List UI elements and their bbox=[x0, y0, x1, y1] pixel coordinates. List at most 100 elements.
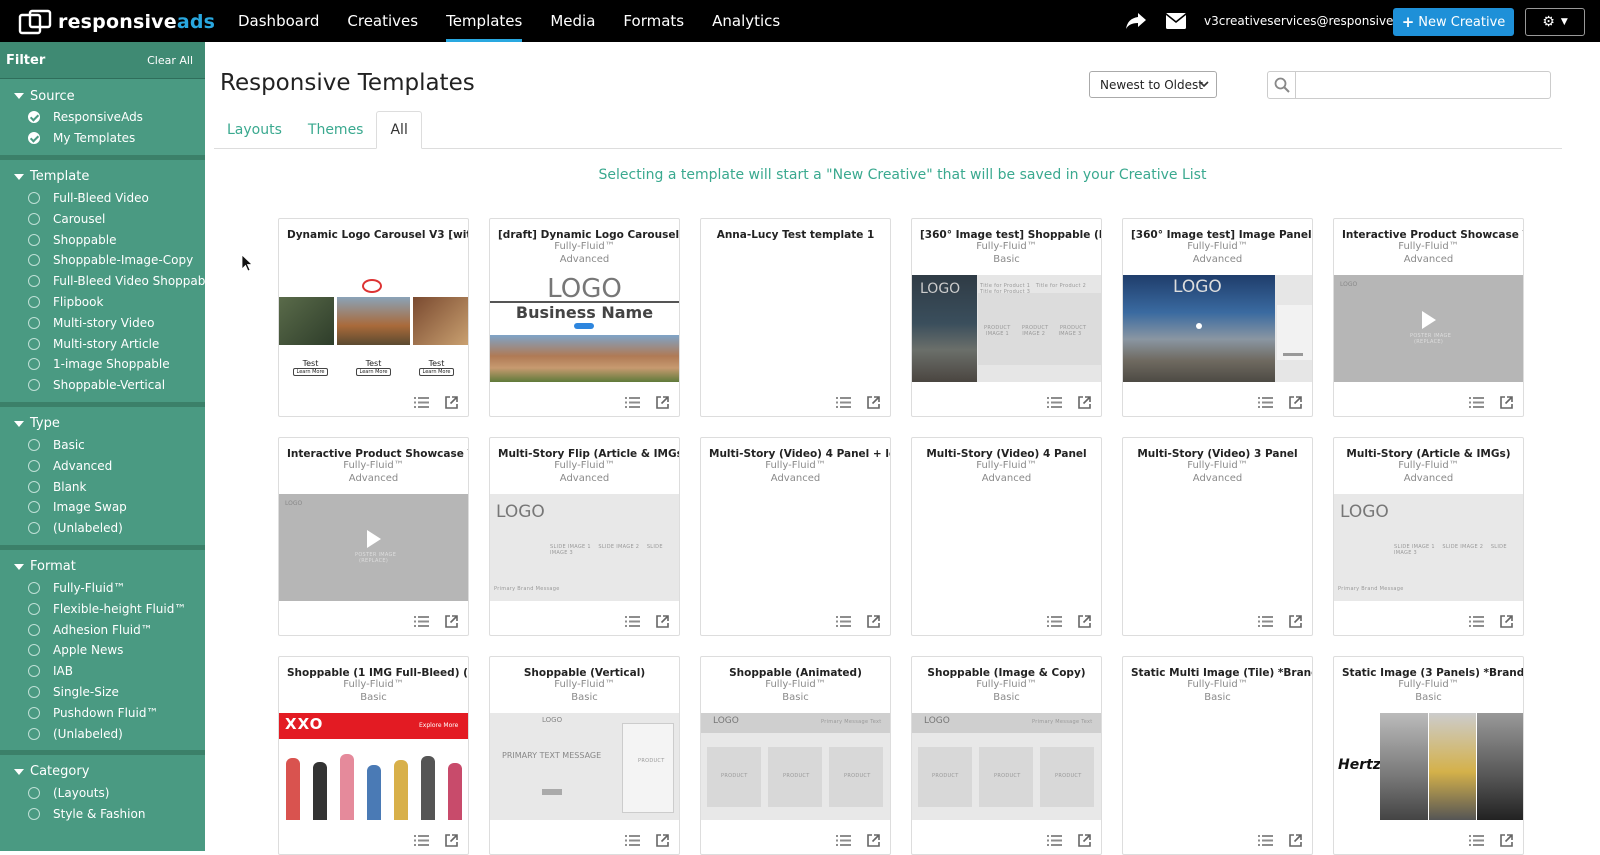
external-link-icon[interactable] bbox=[1078, 396, 1091, 409]
template-card[interactable]: Interactive Product Showcase V2 (Fully-F… bbox=[278, 437, 469, 636]
filter-option[interactable]: Image Swap bbox=[0, 497, 205, 518]
filter-option[interactable]: Full-Bleed Video bbox=[0, 188, 205, 209]
filter-option[interactable]: Multi-story Video bbox=[0, 312, 205, 333]
template-card[interactable]: Dynamic Logo Carousel V3 [without TestTe… bbox=[278, 218, 469, 417]
group-toggle-type[interactable]: Type bbox=[0, 413, 205, 435]
template-card[interactable]: [draft] Dynamic Logo Carousel Fully-Fluid… bbox=[489, 218, 680, 417]
filter-option[interactable]: Shoppable-Image-Copy bbox=[0, 250, 205, 271]
settings-dropdown-button[interactable]: ⚙ ▼ bbox=[1525, 8, 1585, 36]
filter-option[interactable]: Advanced bbox=[0, 455, 205, 476]
nav-analytics[interactable]: Analytics bbox=[698, 0, 794, 42]
list-icon[interactable] bbox=[836, 616, 851, 627]
list-icon[interactable] bbox=[625, 835, 640, 846]
filter-option[interactable]: ResponsiveAds bbox=[0, 107, 205, 128]
tab-all[interactable]: All bbox=[376, 111, 422, 149]
group-toggle-format[interactable]: Format bbox=[0, 556, 205, 578]
filter-option[interactable]: Blank bbox=[0, 476, 205, 497]
search-input[interactable] bbox=[1296, 72, 1550, 98]
list-icon[interactable] bbox=[1047, 616, 1062, 627]
filter-option[interactable]: Shoppable-Vertical bbox=[0, 375, 205, 396]
template-card[interactable]: Static Multi Image (Tile) *BrandedFully-… bbox=[1122, 656, 1313, 855]
template-card[interactable]: Multi-Story (Article & IMGs) Fully-Fluid™… bbox=[1333, 437, 1524, 636]
filter-option[interactable]: (Unlabeled) bbox=[0, 723, 205, 744]
external-link-icon[interactable] bbox=[1078, 834, 1091, 847]
list-icon[interactable] bbox=[1469, 397, 1484, 408]
template-card[interactable]: Shoppable (Animated) Fully-Fluid™ Basic LO… bbox=[700, 656, 891, 855]
template-card[interactable]: [360° Image test] Shoppable (ImagFully-F… bbox=[911, 218, 1102, 417]
template-card[interactable]: Multi-Story (Video) 4 Panel + logoFully-… bbox=[700, 437, 891, 636]
list-icon[interactable] bbox=[414, 616, 429, 627]
list-icon[interactable] bbox=[836, 835, 851, 846]
external-link-icon[interactable] bbox=[1289, 396, 1302, 409]
list-icon[interactable] bbox=[625, 616, 640, 627]
template-card[interactable]: Anna-Lucy Test template 1 bbox=[700, 218, 891, 417]
external-link-icon[interactable] bbox=[445, 834, 458, 847]
external-link-icon[interactable] bbox=[1289, 834, 1302, 847]
filter-option[interactable]: IAB bbox=[0, 661, 205, 682]
template-card[interactable]: [360° Image test] Image Panel + PrFully-… bbox=[1122, 218, 1313, 417]
template-card[interactable]: Shoppable (1 IMG Full-Bleed) (Lur Fully-F… bbox=[278, 656, 469, 855]
template-card[interactable]: Static Image (3 Panels) *Branded Fully-Fl… bbox=[1333, 656, 1524, 855]
filter-option[interactable]: Style & Fashion bbox=[0, 804, 205, 825]
filter-option[interactable]: Flipbook bbox=[0, 292, 205, 313]
filter-option[interactable]: (Unlabeled) bbox=[0, 518, 205, 539]
group-toggle-template[interactable]: Template bbox=[0, 166, 205, 188]
filter-option[interactable]: Shoppable bbox=[0, 229, 205, 250]
template-card[interactable]: Shoppable (Vertical) Fully-Fluid™ Basic LO… bbox=[489, 656, 680, 855]
filter-option[interactable]: Adhesion Fluid™ bbox=[0, 619, 205, 640]
mail-icon[interactable] bbox=[1166, 13, 1186, 29]
external-link-icon[interactable] bbox=[1078, 615, 1091, 628]
template-card[interactable]: Interactive Product Showcase V1 (Fully-F… bbox=[1333, 218, 1524, 417]
external-link-icon[interactable] bbox=[1500, 615, 1513, 628]
share-icon[interactable] bbox=[1125, 12, 1147, 30]
template-card[interactable]: Shoppable (Image & Copy) Fully-Fluid™ Basi… bbox=[911, 656, 1102, 855]
filter-option[interactable]: Basic bbox=[0, 435, 205, 456]
external-link-icon[interactable] bbox=[867, 615, 880, 628]
list-icon[interactable] bbox=[1258, 616, 1273, 627]
list-icon[interactable] bbox=[1469, 616, 1484, 627]
list-icon[interactable] bbox=[1258, 835, 1273, 846]
external-link-icon[interactable] bbox=[445, 396, 458, 409]
brand-logo[interactable]: responsiveads bbox=[18, 9, 215, 35]
template-card[interactable]: Multi-Story (Video) 3 Panel Fully-Fluid™ A… bbox=[1122, 437, 1313, 636]
nav-formats[interactable]: Formats bbox=[609, 0, 698, 42]
filter-option[interactable]: Carousel bbox=[0, 208, 205, 229]
list-icon[interactable] bbox=[836, 397, 851, 408]
external-link-icon[interactable] bbox=[656, 834, 669, 847]
template-card[interactable]: Multi-Story (Video) 4 Panel Fully-Fluid™ A… bbox=[911, 437, 1102, 636]
filter-option[interactable]: Single-Size bbox=[0, 682, 205, 703]
filter-option[interactable]: Fully-Fluid™ bbox=[0, 578, 205, 599]
list-icon[interactable] bbox=[1047, 397, 1062, 408]
filter-option[interactable]: 1-image Shoppable bbox=[0, 354, 205, 375]
nav-media[interactable]: Media bbox=[536, 0, 609, 42]
external-link-icon[interactable] bbox=[656, 396, 669, 409]
list-icon[interactable] bbox=[414, 397, 429, 408]
filter-option[interactable]: Pushdown Fluid™ bbox=[0, 702, 205, 723]
list-icon[interactable] bbox=[1258, 397, 1273, 408]
filter-option[interactable]: Flexible-height Fluid™ bbox=[0, 598, 205, 619]
filter-option[interactable]: Multi-story Article bbox=[0, 333, 205, 354]
clear-all-link[interactable]: Clear All bbox=[147, 54, 193, 67]
search-button[interactable] bbox=[1268, 72, 1296, 98]
external-link-icon[interactable] bbox=[1500, 834, 1513, 847]
external-link-icon[interactable] bbox=[445, 615, 458, 628]
external-link-icon[interactable] bbox=[1289, 615, 1302, 628]
external-link-icon[interactable] bbox=[867, 834, 880, 847]
sort-select[interactable]: Newest to Oldest bbox=[1089, 71, 1217, 98]
list-icon[interactable] bbox=[625, 397, 640, 408]
group-toggle-source[interactable]: Source bbox=[0, 85, 205, 107]
filter-option[interactable]: My Templates bbox=[0, 128, 205, 149]
tab-themes[interactable]: Themes bbox=[295, 111, 377, 149]
filter-option[interactable]: (Layouts) bbox=[0, 783, 205, 804]
external-link-icon[interactable] bbox=[656, 615, 669, 628]
list-icon[interactable] bbox=[1469, 835, 1484, 846]
external-link-icon[interactable] bbox=[867, 396, 880, 409]
group-toggle-category[interactable]: Category bbox=[0, 761, 205, 783]
user-email[interactable]: v3creativeservices@responsivea… bbox=[1204, 14, 1413, 28]
nav-templates[interactable]: Templates bbox=[432, 0, 536, 42]
template-card[interactable]: Multi-Story Flip (Article & IMGs) Fully-F… bbox=[489, 437, 680, 636]
nav-dashboard[interactable]: Dashboard bbox=[224, 0, 333, 42]
list-icon[interactable] bbox=[1047, 835, 1062, 846]
external-link-icon[interactable] bbox=[1500, 396, 1513, 409]
new-creative-button[interactable]: + New Creative bbox=[1393, 8, 1514, 36]
